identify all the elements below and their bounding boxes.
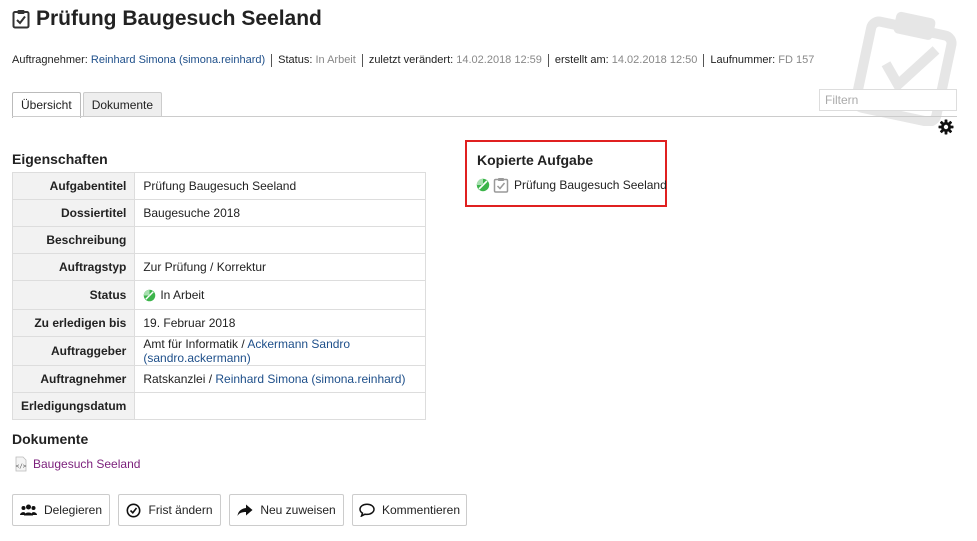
status-value: In Arbeit <box>160 288 205 302</box>
copied-task-title: Kopierte Aufgabe <box>477 152 594 168</box>
property-key: Status <box>12 280 136 310</box>
delegate-button[interactable]: Delegieren <box>12 494 110 526</box>
meta-sequence-label: Laufnummer: <box>710 54 776 66</box>
tab-overview[interactable]: Übersicht <box>12 92 81 118</box>
table-row: Beschreibung <box>12 226 426 254</box>
meta-sequence: Laufnummer: FD 157 <box>703 54 820 67</box>
table-row: Dossiertitel Baugesuche 2018 <box>12 199 426 227</box>
table-row: Auftragstyp Zur Prüfung / Korrektur <box>12 253 426 281</box>
comment-label: Kommentieren <box>381 503 461 517</box>
meta-assignee-link[interactable]: Reinhard Simona (simona.reinhard) <box>91 54 265 66</box>
meta-assignee: Auftragnehmer: Reinhard Simona (simona.r… <box>12 54 271 67</box>
svg-text:</>: </> <box>16 463 27 470</box>
code-file-icon: </> <box>16 456 27 472</box>
page-title: Prüfung Baugesuch Seeland <box>36 7 322 30</box>
filter-input[interactable] <box>819 89 957 111</box>
property-value: Prüfung Baugesuch Seeland <box>143 179 297 193</box>
properties-title: Eigenschaften <box>12 151 108 167</box>
table-row: Erledigungsdatum <box>12 392 426 420</box>
property-key: Zu erledigen bis <box>12 309 136 337</box>
tab-bar: Übersicht Dokumente <box>12 92 164 118</box>
document-item[interactable]: </> Baugesuch Seeland <box>13 456 140 472</box>
table-row: Auftragnehmer Ratskanzlei / Reinhard Sim… <box>12 365 426 393</box>
status-in-progress-icon <box>476 178 490 192</box>
meta-status-label: Status: <box>278 54 313 66</box>
meta-modified-label: zuletzt verändert: <box>368 54 454 66</box>
meta-bar: Auftragnehmer: Reinhard Simona (simona.r… <box>12 54 820 67</box>
comment-button[interactable]: Kommentieren <box>352 494 467 526</box>
meta-sequence-value: FD 157 <box>778 54 815 66</box>
copied-task-item[interactable]: Prüfung Baugesuch Seeland <box>476 177 667 193</box>
task-checkbox-icon <box>12 10 30 29</box>
property-value: In Arbeit <box>134 280 426 310</box>
document-link[interactable]: Baugesuch Seeland <box>33 457 140 471</box>
meta-modified: zuletzt verändert: 14.02.2018 12:59 <box>361 54 548 67</box>
table-row: Aufgabentitel Prüfung Baugesuch Seeland <box>12 172 426 200</box>
properties-table: Aufgabentitel Prüfung Baugesuch Seeland … <box>12 172 426 420</box>
title-row: Prüfung Baugesuch Seeland <box>12 7 322 31</box>
property-key: Erledigungsdatum <box>12 392 136 420</box>
change-deadline-label: Frist ändern <box>148 503 213 517</box>
copied-task-link[interactable]: Prüfung Baugesuch Seeland <box>514 178 667 192</box>
assignee-org: Ratskanzlei / <box>143 372 216 386</box>
property-key: Aufgabentitel <box>12 172 136 200</box>
property-key: Dossiertitel <box>12 199 136 227</box>
copied-task-panel: Kopierte Aufgabe Prüfung Baugesuch Seela… <box>465 140 667 207</box>
assignee-person-link[interactable]: Reinhard Simona (simona.reinhard) <box>215 372 405 386</box>
meta-modified-value: 14.02.2018 12:59 <box>456 54 542 66</box>
property-value: Baugesuche 2018 <box>134 199 426 227</box>
reassign-button[interactable]: Neu zuweisen <box>229 494 344 526</box>
property-key: Auftragstyp <box>12 253 136 281</box>
arrow-right-icon <box>237 504 253 516</box>
comment-icon <box>359 503 375 517</box>
property-value: Amt für Informatik / Ackermann Sandro (s… <box>134 336 426 366</box>
meta-status: Status: In Arbeit <box>271 54 362 67</box>
property-value: Zur Prüfung / Korrektur <box>134 253 426 281</box>
property-value <box>134 226 426 254</box>
meta-assignee-label: Auftragnehmer: <box>12 54 88 66</box>
table-row: Auftraggeber Amt für Informatik / Ackerm… <box>12 336 426 366</box>
property-key: Beschreibung <box>12 226 136 254</box>
reassign-label: Neu zuweisen <box>260 503 336 517</box>
task-checkbox-icon <box>493 178 509 193</box>
property-value: Ratskanzlei / Reinhard Simona (simona.re… <box>134 365 426 393</box>
client-org: Amt für Informatik / <box>143 337 248 351</box>
table-row: Status In Arbeit <box>12 280 426 310</box>
tab-documents[interactable]: Dokumente <box>82 92 163 117</box>
property-value: 19. Februar 2018 <box>134 309 426 337</box>
meta-created-label: erstellt am: <box>554 54 609 66</box>
delegate-label: Delegieren <box>43 503 103 517</box>
users-icon <box>19 504 37 516</box>
table-row: Zu erledigen bis 19. Februar 2018 <box>12 309 426 337</box>
property-key: Auftraggeber <box>12 336 136 366</box>
property-value <box>134 392 426 420</box>
change-deadline-button[interactable]: Frist ändern <box>118 494 221 526</box>
meta-created-value: 14.02.2018 12:50 <box>611 54 698 66</box>
clock-check-icon <box>126 503 141 517</box>
tab-divider <box>12 116 957 117</box>
meta-created: erstellt am: 14.02.2018 12:50 <box>547 54 704 67</box>
gear-icon[interactable] <box>938 119 954 135</box>
documents-title: Dokumente <box>12 431 89 447</box>
meta-status-value: In Arbeit <box>315 54 356 66</box>
property-key: Auftragnehmer <box>12 365 136 393</box>
status-in-progress-icon <box>144 289 156 302</box>
